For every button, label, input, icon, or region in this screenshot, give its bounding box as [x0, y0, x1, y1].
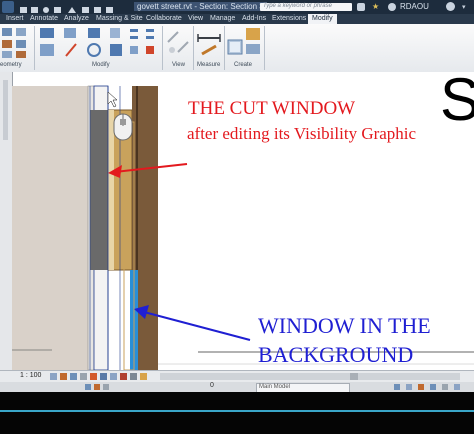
title-bar: govett street.rvt - Section: Section 3 T…	[0, 0, 474, 14]
tab-modify[interactable]: Modify	[308, 14, 337, 24]
background-window-line2: BACKGROUND	[258, 342, 414, 367]
scrollbar-thumb[interactable]	[350, 373, 358, 380]
create-tools-icons[interactable]	[226, 26, 264, 60]
view-control-icons[interactable]	[48, 372, 158, 382]
tab-collaborate[interactable]: Collaborate	[146, 14, 182, 24]
search-box[interactable]: Type a keyword or phrase	[260, 3, 352, 11]
pointer-cursor-icon	[107, 91, 118, 108]
panel-label-view: View	[172, 62, 185, 68]
cut-window-frame	[90, 110, 108, 270]
panel-separator	[264, 26, 265, 70]
background-window-line1: WINDOW IN THE	[258, 313, 431, 338]
search-placeholder: Type a keyword or phrase	[263, 3, 332, 9]
tab-view[interactable]: View	[188, 14, 203, 24]
tab-massing-site[interactable]: Massing & Site	[96, 14, 143, 24]
wall-interior-fill	[12, 86, 88, 370]
tab-analyze[interactable]: Analyze	[64, 14, 89, 24]
panel-scrollbar[interactable]	[3, 80, 8, 140]
progress-strip	[0, 410, 474, 412]
tab-insert[interactable]: Insert	[6, 14, 24, 24]
panel-separator	[34, 26, 35, 70]
measure-tools-icons[interactable]	[196, 28, 224, 58]
view-tools-icons[interactable]	[164, 28, 192, 58]
ribbon-tabs: Insert Annotate Analyze Massing & Site C…	[0, 14, 474, 24]
active-model: Main Model	[259, 384, 291, 390]
user-name[interactable]: RDAOU	[400, 2, 429, 11]
status-bar: 0 Main Model	[0, 382, 474, 393]
selection-filter-icons[interactable]	[392, 383, 472, 391]
cut-window-subtitle: after editing its Visibility Graphic	[187, 124, 417, 143]
horizontal-scrollbar[interactable]	[160, 373, 460, 380]
help-icon[interactable]	[446, 2, 455, 11]
window-title: govett street.rvt - Section: Section 3	[134, 2, 267, 11]
dropdown-icon[interactable]: ▾	[462, 3, 466, 11]
tab-annotate[interactable]: Annotate	[30, 14, 58, 24]
app-menu-icon[interactable]	[2, 1, 14, 13]
panel-separator	[162, 26, 163, 70]
panel-label-measure: Measure	[197, 62, 221, 68]
panel-label-create: Create	[234, 62, 253, 68]
tab-add-ins[interactable]: Add-Ins	[242, 14, 266, 24]
mouse-cursor-icon	[113, 113, 133, 141]
corner-letter: S	[440, 70, 474, 130]
user-icon[interactable]	[388, 3, 396, 11]
panel-label-geometry: eometry	[0, 62, 22, 68]
detail-level-value: 0	[210, 382, 214, 389]
quick-access-toolbar[interactable]	[18, 2, 118, 13]
panel-separator	[224, 26, 225, 70]
blue-arrow-line	[143, 311, 251, 341]
tab-extensions[interactable]: Extensions	[272, 14, 306, 24]
view-scale[interactable]: 1 : 100	[20, 372, 41, 379]
panel-separator	[193, 26, 194, 70]
modify-tools-icons[interactable]	[36, 26, 166, 62]
star-icon[interactable]: ★	[372, 3, 380, 11]
panel-label-modify: Modify	[92, 62, 110, 68]
worksharing-icons[interactable]	[84, 383, 124, 391]
tab-manage[interactable]: Manage	[210, 14, 235, 24]
bottom-frame	[0, 392, 474, 434]
binoculars-icon[interactable]	[357, 3, 365, 11]
ribbon: eometry Modify View Measure Create	[0, 24, 474, 73]
cut-window-title: THE CUT WINDOW	[188, 98, 356, 119]
geometry-tools-icons[interactable]	[0, 26, 30, 60]
